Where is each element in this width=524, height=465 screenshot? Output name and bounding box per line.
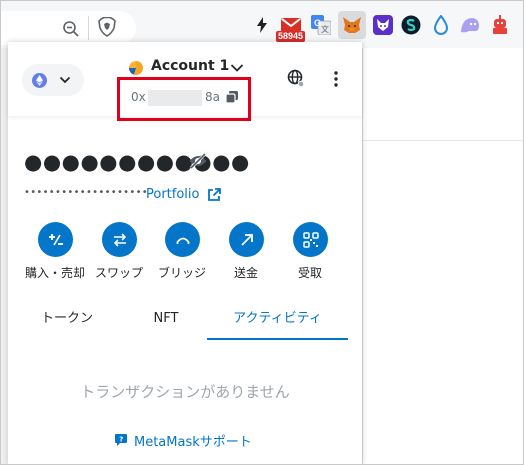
portfolio-link[interactable]: Portfolio	[146, 187, 199, 202]
svg-text:?: ?	[119, 436, 123, 444]
network-picker[interactable]	[22, 64, 84, 96]
action-label: 受取	[297, 266, 322, 280]
page-background-left	[0, 48, 8, 465]
account-avatar[interactable]	[129, 61, 143, 75]
more-options-icon[interactable]	[328, 70, 344, 88]
chat-bubble-icon: ?	[115, 434, 127, 446]
wallet-header: Account 1 0x 8a	[8, 42, 362, 121]
s-extension-icon[interactable]	[400, 14, 422, 36]
ethereum-network-icon	[32, 73, 47, 88]
bridge-button[interactable]: ブリッジ	[150, 222, 214, 284]
swap-button[interactable]: スワップ	[87, 222, 151, 284]
hidden-balance: ●●●●●●●●●●●●	[24, 150, 250, 174]
receive-button[interactable]: 受取	[278, 222, 342, 284]
empty-activity-message: トランザクションがありません	[80, 383, 290, 401]
globe-connections-icon[interactable]	[287, 69, 305, 89]
external-link-icon[interactable]	[207, 188, 221, 202]
zoom-out-icon[interactable]	[62, 20, 80, 38]
tab-nft[interactable]: NFT	[126, 304, 206, 340]
qr-code-icon	[293, 222, 328, 257]
send-button[interactable]: 送金	[214, 222, 278, 284]
svg-text:文: 文	[321, 24, 329, 34]
hidden-fiat-balance: ••••••••••••••••••••	[24, 187, 148, 198]
eye-slash-icon[interactable]	[188, 152, 208, 170]
tab-tokens[interactable]: トークン	[8, 304, 126, 340]
buy-sell-button[interactable]: 購入・売却	[23, 222, 87, 284]
plus-minus-icon	[38, 222, 73, 257]
send-arrow-icon	[229, 222, 264, 257]
chevron-down-icon[interactable]	[230, 63, 244, 73]
metamask-support-link[interactable]: MetaMaskサポート	[134, 431, 252, 450]
support-link-row[interactable]: ? MetaMaskサポート	[114, 431, 274, 450]
google-translate-extension-icon[interactable]: G 文	[310, 14, 332, 36]
account-name[interactable]: Account 1	[151, 58, 229, 74]
bolt-extension-icon[interactable]	[251, 14, 273, 36]
address-highlight-box	[117, 77, 251, 121]
metamask-extension-icon[interactable]	[341, 14, 363, 36]
brave-shield-icon[interactable]	[98, 17, 116, 37]
svg-text:G: G	[314, 18, 321, 28]
page-background-right	[362, 48, 524, 465]
fox-extension-icon[interactable]	[372, 14, 394, 36]
address-bar-divider	[88, 16, 89, 40]
ghost-extension-icon[interactable]	[459, 14, 481, 36]
chevron-down-icon	[59, 76, 71, 84]
bridge-icon	[165, 222, 200, 257]
drop-extension-icon[interactable]	[430, 14, 452, 36]
browser-toolbar: 58945 G 文	[0, 0, 524, 48]
asset-tabs: トークン NFT アクティビティ	[8, 304, 362, 340]
page-divider	[363, 140, 524, 141]
metamask-popup: Account 1 0x 8a ●●●●●●●●●●●● •••••••••••…	[8, 42, 362, 465]
gmail-unread-badge: 58945	[276, 31, 306, 42]
robot-extension-icon[interactable]	[489, 14, 511, 36]
swap-arrows-icon	[102, 222, 137, 257]
tab-activity[interactable]: アクティビティ	[207, 304, 348, 340]
